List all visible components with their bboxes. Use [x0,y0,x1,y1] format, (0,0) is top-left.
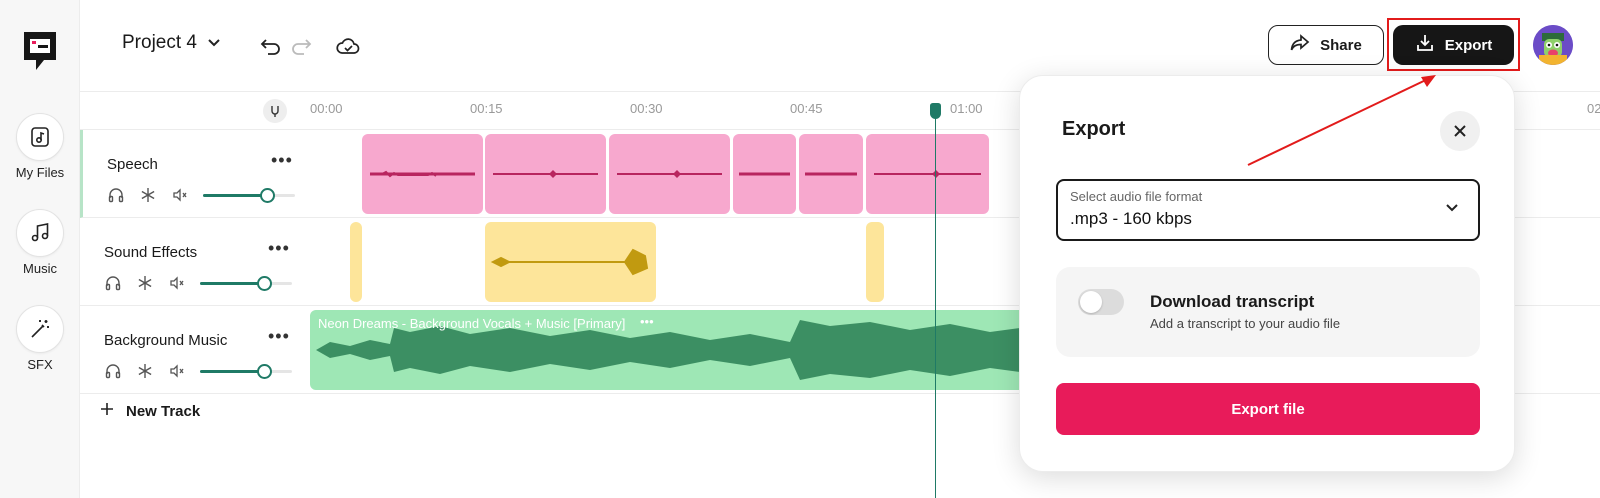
audio-format-select[interactable]: Select audio file format .mp3 - 160 kbps [1056,179,1480,241]
chevron-down-icon [1444,201,1460,219]
new-track-button[interactable]: New Track [100,402,200,420]
volume-slider[interactable] [200,363,292,379]
ruler-tick-label: 02 [1587,101,1600,116]
track-header-sound-effects[interactable]: Sound Effects ••• [80,218,310,306]
music-clip-title: Neon Dreams - Background Vocals + Music … [318,316,626,331]
track-header-background-music[interactable]: Background Music ••• [80,306,310,394]
headphones-icon[interactable] [104,362,122,380]
mute-speaker-icon[interactable] [168,362,186,380]
track-name: Sound Effects [104,244,198,261]
ruler-tick-label: 01:00 [950,101,983,116]
mute-speaker-icon[interactable] [171,186,189,204]
close-icon[interactable] [1440,111,1480,151]
undo-icon[interactable] [258,33,284,59]
new-track-label: New Track [126,402,201,420]
export-panel-title: Export [1062,118,1126,140]
sfx-clip[interactable] [485,222,656,302]
freeze-snowflake-icon[interactable] [139,186,157,204]
transcript-title: Download transcript [1150,292,1315,311]
snap-magnet-icon[interactable] [263,99,287,123]
transcript-option: Download transcript Add a transcript to … [1056,267,1480,357]
share-button[interactable]: Share [1268,25,1384,65]
sidebar-item-label: Music [23,261,57,276]
speech-clip[interactable] [733,134,796,214]
ruler-tick-label: 00:15 [470,101,503,116]
select-value: .mp3 - 160 kbps [1070,209,1192,228]
export-button[interactable]: Export [1393,25,1514,65]
mute-speaker-icon[interactable] [168,274,186,292]
magic-wand-icon [16,305,64,353]
export-label: Export [1444,36,1493,54]
track-name: Speech [107,156,158,173]
transcript-toggle[interactable] [1078,289,1124,315]
share-arrow-icon [1290,34,1310,56]
volume-slider[interactable] [203,187,295,203]
headphones-icon[interactable] [104,274,122,292]
music-note-icon [16,209,64,257]
more-options-icon[interactable]: ••• [271,150,293,171]
sidebar-item-sfx[interactable]: SFX [0,305,80,372]
sidebar-item-label: My Files [15,165,65,180]
speech-clip[interactable] [866,134,989,214]
plus-icon [100,402,114,420]
project-name-dropdown[interactable]: Project 4 [122,32,221,54]
sfx-clip[interactable] [350,222,362,302]
ruler-tick-label: 00:45 [790,101,823,116]
track-name: Background Music [104,332,228,349]
speech-clip[interactable] [799,134,863,214]
sidebar-item-label: SFX [27,357,53,372]
clip-more-icon[interactable]: ••• [640,314,654,329]
music-clip[interactable]: Neon Dreams - Background Vocals + Music … [310,310,1020,390]
speech-clip[interactable] [362,134,483,214]
share-label: Share [1320,36,1362,54]
speech-clip[interactable] [609,134,730,214]
ruler-tick-label: 00:00 [310,101,343,116]
cloud-sync-icon[interactable] [335,33,361,59]
sfx-clip[interactable] [866,222,884,302]
ruler-tick-label: 00:30 [630,101,663,116]
more-options-icon[interactable]: ••• [268,238,290,259]
transcript-subtitle: Add a transcript to your audio file [1150,316,1341,331]
track-header-speech[interactable]: Speech ••• [80,130,310,218]
redo-icon[interactable] [288,33,314,59]
chevron-down-icon [207,32,221,54]
avatar[interactable] [1533,25,1573,65]
more-options-icon[interactable]: ••• [268,326,290,347]
speech-clip[interactable] [485,134,606,214]
freeze-snowflake-icon[interactable] [136,274,154,292]
export-file-button[interactable]: Export file [1056,383,1480,435]
export-panel: Export Select audio file format .mp3 - 1… [1019,75,1515,472]
playhead-line [935,104,936,498]
sidebar-item-my-files[interactable]: My Files [0,113,80,180]
download-icon [1415,33,1435,57]
freeze-snowflake-icon[interactable] [136,362,154,380]
project-name: Project 4 [122,32,197,53]
left-rail: My Files Music SFX [0,0,80,498]
headphones-icon[interactable] [107,186,125,204]
volume-slider[interactable] [200,275,292,291]
sidebar-item-music[interactable]: Music [0,209,80,276]
app-logo-icon[interactable] [22,30,58,72]
music-file-icon [16,113,64,161]
select-label: Select audio file format [1070,189,1203,204]
